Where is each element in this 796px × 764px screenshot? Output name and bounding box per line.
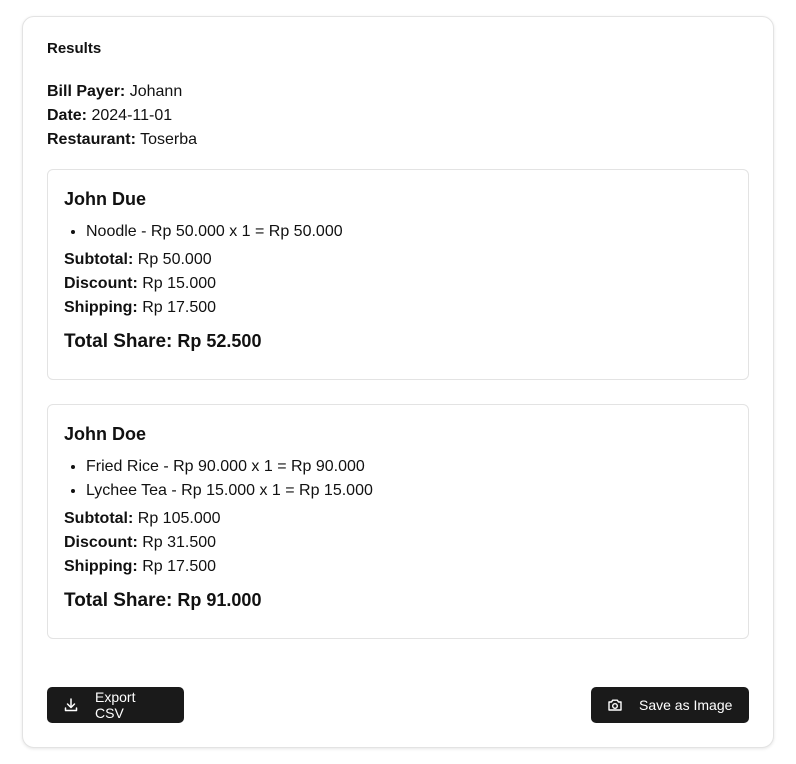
- shipping-label: Shipping:: [64, 558, 138, 575]
- discount-row: Discount: Rp 31.500: [64, 531, 732, 555]
- discount-label: Discount:: [64, 275, 138, 292]
- bill-meta: Bill Payer: Johann Date: 2024-11-01 Rest…: [47, 80, 749, 152]
- discount-row: Discount: Rp 15.000: [64, 272, 732, 296]
- subtotal-label: Subtotal:: [64, 251, 134, 268]
- results-card: Results Bill Payer: Johann Date: 2024-11…: [22, 16, 774, 748]
- restaurant-row: Restaurant: Toserba: [47, 128, 749, 152]
- save-as-image-button[interactable]: Save as Image: [591, 687, 749, 723]
- subtotal-row: Subtotal: Rp 105.000: [64, 507, 732, 531]
- restaurant-value: Toserba: [140, 131, 197, 148]
- list-item: Noodle - Rp 50.000 x 1 = Rp 50.000: [86, 220, 732, 244]
- total-share-row: Total Share: Rp 52.500: [64, 328, 732, 355]
- subtotal-value: Rp 50.000: [137, 251, 212, 268]
- subtotal-row: Subtotal: Rp 50.000: [64, 248, 732, 272]
- shipping-row: Shipping: Rp 17.500: [64, 296, 732, 320]
- total-share-value: Rp 91.000: [177, 590, 262, 610]
- export-csv-label: Export CSV: [95, 689, 136, 721]
- list-item: Fried Rice - Rp 90.000 x 1 = Rp 90.000: [86, 455, 732, 479]
- export-csv-button[interactable]: Export CSV: [47, 687, 184, 723]
- total-share-label: Total Share:: [64, 331, 173, 352]
- person-name: John Due: [64, 189, 147, 209]
- shipping-row: Shipping: Rp 17.500: [64, 555, 732, 579]
- bill-payer-row: Bill Payer: Johann: [47, 80, 749, 104]
- person-name: John Doe: [64, 424, 147, 444]
- subtotal-label: Subtotal:: [64, 510, 134, 527]
- download-icon: [63, 697, 79, 713]
- list-item: Lychee Tea - Rp 15.000 x 1 = Rp 15.000: [86, 479, 732, 503]
- total-share-value: Rp 52.500: [177, 331, 262, 351]
- total-share-label: Total Share:: [64, 590, 173, 611]
- shipping-value: Rp 17.500: [142, 299, 217, 316]
- item-list: Fried Rice - Rp 90.000 x 1 = Rp 90.000 L…: [64, 455, 732, 503]
- discount-value: Rp 15.000: [142, 275, 217, 292]
- date-value: 2024-11-01: [91, 107, 173, 124]
- discount-label: Discount:: [64, 534, 138, 551]
- item-list: Noodle - Rp 50.000 x 1 = Rp 50.000: [64, 220, 732, 244]
- discount-value: Rp 31.500: [142, 534, 217, 551]
- bill-payer-value: Johann: [129, 83, 183, 100]
- total-share-row: Total Share: Rp 91.000: [64, 587, 732, 614]
- summary: Subtotal: Rp 105.000 Discount: Rp 31.500…: [64, 507, 732, 579]
- shipping-value: Rp 17.500: [142, 558, 217, 575]
- shipping-label: Shipping:: [64, 299, 138, 316]
- restaurant-label: Restaurant:: [47, 131, 136, 148]
- person-card: John Due Noodle - Rp 50.000 x 1 = Rp 50.…: [47, 169, 749, 380]
- subtotal-value: Rp 105.000: [137, 510, 221, 527]
- save-as-image-label: Save as Image: [639, 697, 733, 713]
- action-bar: Export CSV Save as Image: [47, 687, 749, 723]
- date-row: Date: 2024-11-01: [47, 104, 749, 128]
- date-label: Date:: [47, 107, 88, 124]
- summary: Subtotal: Rp 50.000 Discount: Rp 15.000 …: [64, 248, 732, 320]
- camera-icon: [607, 697, 623, 713]
- bill-payer-label: Bill Payer:: [47, 83, 126, 100]
- person-card: John Doe Fried Rice - Rp 90.000 x 1 = Rp…: [47, 404, 749, 639]
- results-title: Results: [47, 40, 102, 57]
